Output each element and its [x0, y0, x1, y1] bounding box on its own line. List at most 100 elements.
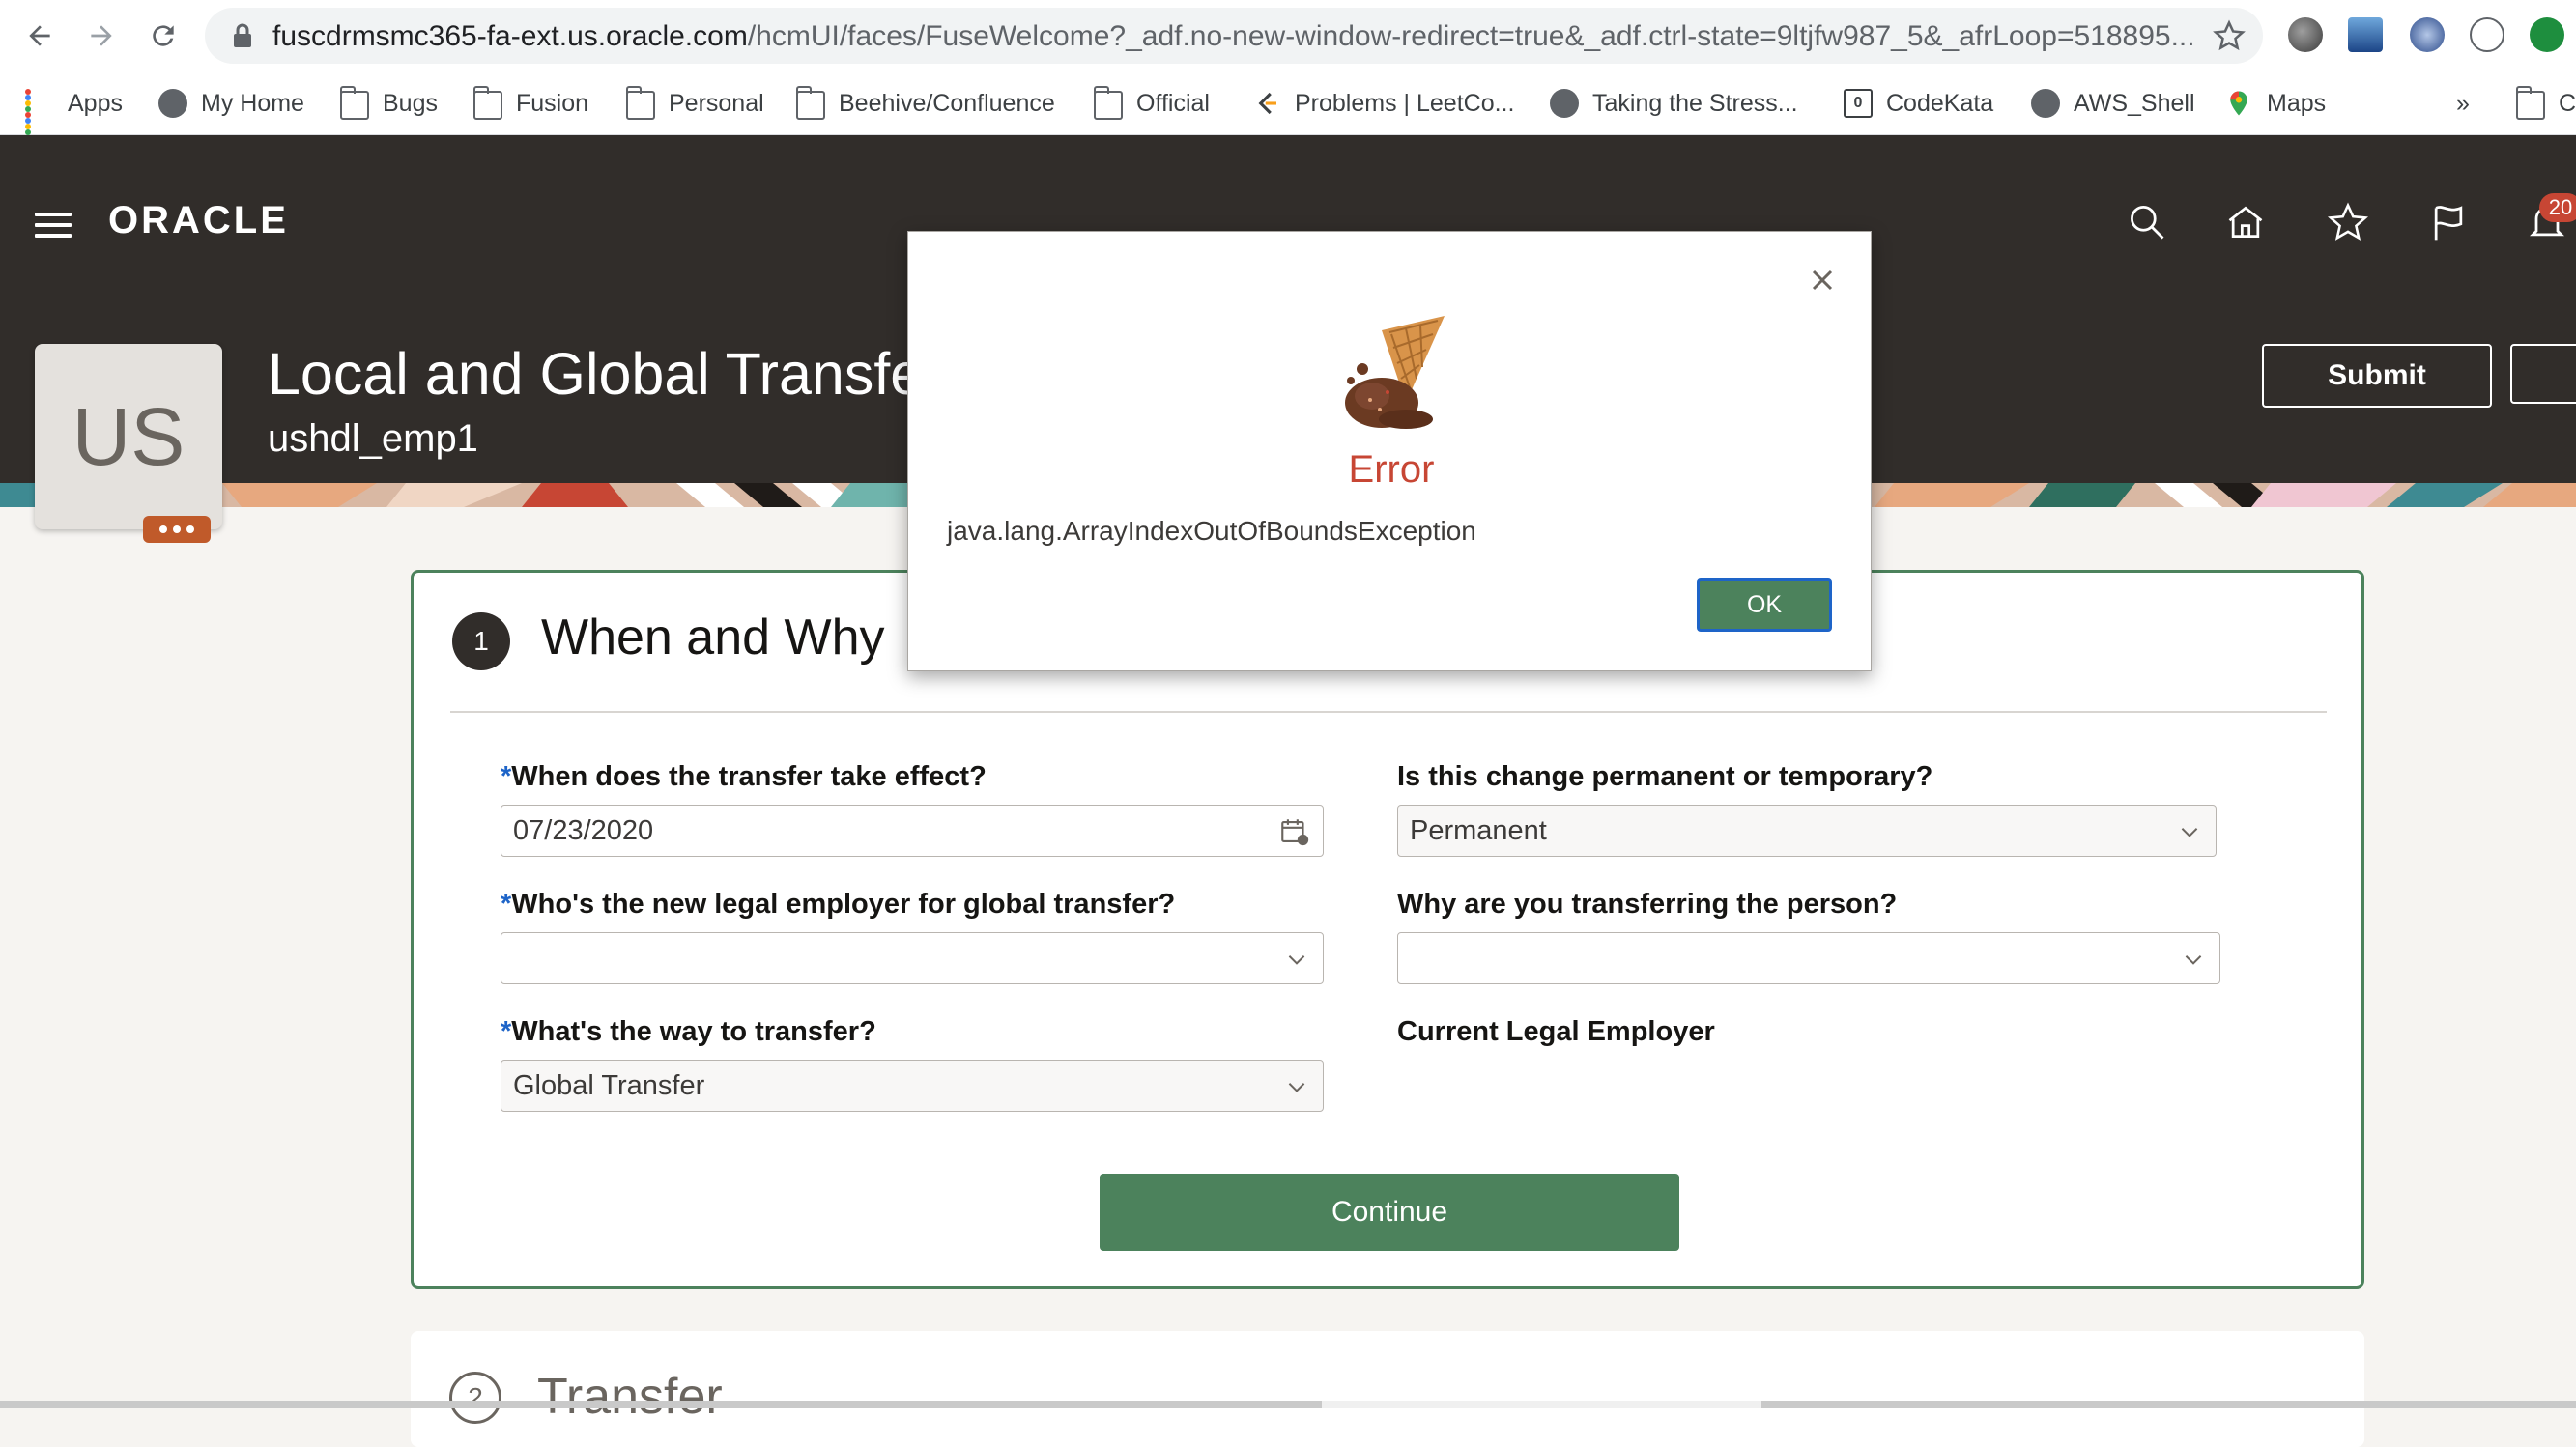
- transfer-way-label: *What's the way to transfer?: [501, 1016, 876, 1047]
- bookmark-trailing-folder[interactable]: C: [2515, 84, 2576, 123]
- url-path: /hcmUI/faces/FuseWelcome?_adf.no-new-win…: [747, 20, 2195, 52]
- ok-button[interactable]: OK: [1697, 578, 1832, 632]
- apps-grid-icon: [25, 89, 54, 141]
- navigator-menu-button[interactable]: [35, 213, 72, 244]
- bookmark-my-home[interactable]: My Home: [158, 84, 304, 123]
- bookmarks-overflow-button[interactable]: »: [2456, 84, 2470, 123]
- horizontal-scrollbar[interactable]: [0, 1401, 2576, 1408]
- continue-button[interactable]: Continue: [1100, 1174, 1679, 1251]
- forward-button[interactable]: [79, 14, 124, 58]
- extension-2-icon[interactable]: [2348, 17, 2383, 52]
- step-number: 1: [452, 612, 510, 670]
- permanent-temporary-value: Permanent: [1410, 814, 1547, 846]
- browser-toolbar: fuscdrmsmc365-fa-ext.us.oracle.com/hcmUI…: [0, 0, 2576, 72]
- bookmark-codekata[interactable]: 0 CodeKata: [1844, 84, 1993, 123]
- globe-icon: [2031, 89, 2060, 118]
- folder-icon: [472, 86, 502, 120]
- bookmark-apps[interactable]: Apps: [25, 84, 123, 141]
- chevron-down-icon: [2185, 955, 2202, 965]
- search-icon[interactable]: [2126, 201, 2168, 243]
- bookmark-official[interactable]: Official: [1093, 84, 1210, 123]
- continue-label: Continue: [1331, 1196, 1448, 1228]
- hamburger-line: [35, 234, 72, 238]
- calendar-icon[interactable]: [1278, 815, 1311, 848]
- legal-employer-select[interactable]: [501, 932, 1324, 984]
- bookmark-label: Taking the Stress...: [1592, 89, 1798, 117]
- bookmark-label: Apps: [68, 89, 123, 117]
- bookmark-aws-shell[interactable]: AWS_Shell: [2031, 84, 2195, 123]
- permanent-temporary-select[interactable]: Permanent: [1397, 805, 2217, 857]
- globe-icon: [1550, 89, 1579, 118]
- step-number: 2: [449, 1372, 501, 1424]
- address-bar[interactable]: fuscdrmsmc365-fa-ext.us.oracle.com/hcmUI…: [205, 8, 2263, 64]
- back-button[interactable]: [17, 14, 62, 58]
- profile-avatar-icon[interactable]: [2530, 17, 2564, 52]
- watchlist-flag-icon[interactable]: [2427, 201, 2470, 243]
- error-title: Error: [1348, 448, 1435, 491]
- extension-1-icon[interactable]: [2288, 17, 2323, 52]
- bookmark-leetcode[interactable]: Problems | LeetCo...: [1252, 84, 1514, 123]
- bookmark-beehive[interactable]: Beehive/Confluence: [795, 84, 1055, 123]
- submit-button[interactable]: Submit: [2262, 344, 2492, 408]
- extension-4-icon[interactable]: [2470, 17, 2504, 52]
- lock-icon: [234, 23, 251, 47]
- bookmark-label: Fusion: [516, 89, 589, 117]
- back-arrow-icon: [29, 25, 50, 46]
- effective-date-field[interactable]: 07/23/2020: [501, 805, 1324, 857]
- cancel-button-partial[interactable]: [2510, 344, 2576, 404]
- reason-label: Why are you transferring the person?: [1397, 889, 1898, 920]
- overflow-label: »: [2456, 89, 2470, 117]
- hamburger-line: [35, 213, 72, 216]
- error-message: java.lang.ArrayIndexOutOfBoundsException: [947, 516, 1476, 546]
- folder-icon: [1093, 86, 1123, 120]
- bookmark-label: AWS_Shell: [2074, 89, 2195, 117]
- transfer-way-select[interactable]: Global Transfer: [501, 1060, 1324, 1112]
- codekata-icon: 0: [1844, 89, 1873, 118]
- avatar: US: [35, 344, 222, 529]
- chevron-down-icon: [1288, 955, 1305, 965]
- forward-arrow-icon: [91, 25, 112, 46]
- chevron-down-icon: [1288, 1083, 1305, 1092]
- permanent-temporary-label: Is this change permanent or temporary?: [1397, 761, 1933, 792]
- bookmark-fusion[interactable]: Fusion: [472, 84, 589, 123]
- extension-3-icon[interactable]: [2410, 17, 2445, 52]
- url-text: fuscdrmsmc365-fa-ext.us.oracle.com/hcmUI…: [272, 20, 2195, 53]
- globe-icon: [158, 89, 187, 118]
- bookmark-label: My Home: [201, 89, 304, 117]
- current-legal-employer-label: Current Legal Employer: [1397, 1016, 1715, 1047]
- legal-employer-label: *Who's the new legal employer for global…: [501, 889, 1176, 920]
- section-title: Transfer: [537, 1369, 723, 1425]
- folder-icon: [795, 86, 825, 120]
- bookmark-label: Personal: [669, 89, 764, 117]
- bookmark-personal[interactable]: Personal: [625, 84, 764, 123]
- bookmark-label: C: [2559, 89, 2576, 117]
- folder-icon: [625, 86, 655, 120]
- bookmark-maps[interactable]: Maps: [2224, 84, 2326, 123]
- bookmarks-bar: Apps My Home Bugs Fusion Personal Beehiv…: [0, 72, 2576, 141]
- bookmark-label: Problems | LeetCo...: [1295, 89, 1515, 117]
- favorites-star-icon[interactable]: [2327, 201, 2369, 243]
- reason-select[interactable]: [1397, 932, 2220, 984]
- maps-pin-icon: [2230, 91, 2247, 116]
- avatar-more-button[interactable]: [143, 516, 211, 543]
- dropped-ice-cream-icon: [1345, 316, 1445, 429]
- effective-date-value: 07/23/2020: [513, 814, 654, 846]
- hamburger-line: [35, 223, 72, 227]
- reload-button[interactable]: [141, 14, 186, 58]
- folder-icon: [2515, 86, 2545, 120]
- bookmark-bugs[interactable]: Bugs: [339, 84, 438, 123]
- bookmark-label: Maps: [2267, 89, 2327, 117]
- page-title: Local and Global Transfer: [268, 341, 943, 407]
- person-name: ushdl_emp1: [268, 417, 478, 460]
- bookmark-label: Official: [1136, 89, 1210, 117]
- chevron-down-icon: [2181, 828, 2198, 837]
- bookmark-taking-the-stress[interactable]: Taking the Stress...: [1550, 84, 1798, 123]
- scrollbar-thumb[interactable]: [1322, 1401, 1761, 1408]
- bookmark-label: CodeKata: [1886, 89, 1994, 117]
- folder-icon: [339, 86, 369, 120]
- notification-count-badge[interactable]: 20: [2539, 193, 2576, 222]
- close-icon[interactable]: [1805, 263, 1840, 298]
- oracle-logo[interactable]: ORACLE: [108, 199, 289, 242]
- bookmark-star-icon[interactable]: [2213, 19, 2246, 52]
- home-icon[interactable]: [2224, 201, 2267, 243]
